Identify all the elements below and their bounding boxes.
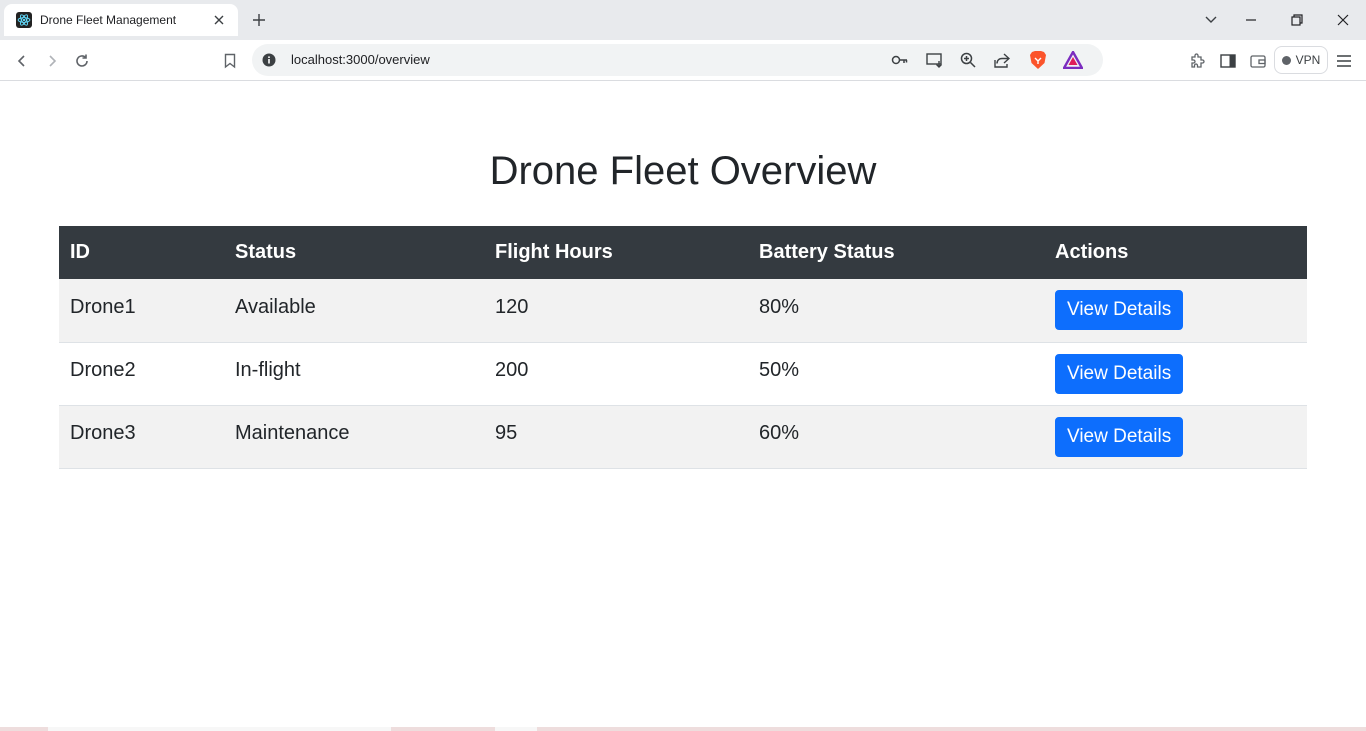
column-header-id: ID	[59, 226, 224, 279]
puzzle-icon[interactable]	[1184, 48, 1210, 74]
battery-status-cell: 50%	[748, 342, 1044, 406]
column-header-actions: Actions	[1044, 226, 1307, 279]
page-title: Drone Fleet Overview	[489, 149, 877, 193]
flight-hours-cell: 95	[484, 405, 748, 469]
vpn-button[interactable]: VPN	[1274, 46, 1328, 74]
drone-id-cell: Drone2	[59, 342, 224, 406]
vpn-status-icon	[1281, 55, 1291, 65]
chevron-down-icon[interactable]	[1197, 6, 1225, 34]
flight-hours-cell: 200	[484, 342, 748, 406]
info-icon[interactable]	[260, 51, 278, 69]
flight-hours-cell: 120	[484, 279, 748, 343]
plus-icon[interactable]	[248, 9, 270, 31]
actions-cell: View Details	[1044, 279, 1307, 343]
table-row: Drone3 Maintenance 95 60% View Details	[59, 405, 1307, 469]
drone-fleet-table: ID Status Flight Hours Battery Status Ac…	[59, 226, 1307, 469]
back-arrow-icon[interactable]	[9, 48, 35, 74]
close-icon[interactable]	[210, 11, 228, 29]
reload-icon[interactable]	[69, 48, 95, 74]
brave-lion-icon[interactable]	[1027, 49, 1049, 71]
hamburger-menu-icon[interactable]	[1331, 48, 1357, 74]
wallet-icon[interactable]	[1245, 48, 1271, 74]
vpn-label: VPN	[1295, 53, 1321, 67]
sidebar-icon[interactable]	[1215, 48, 1241, 74]
address-bar[interactable]: localhost:3000/overview	[252, 44, 1103, 76]
forward-arrow-icon[interactable]	[39, 48, 65, 74]
browser-tab[interactable]: Drone Fleet Management	[4, 4, 238, 36]
bookmark-icon[interactable]	[217, 48, 243, 74]
browser-tab-strip: Drone Fleet Management	[0, 0, 1366, 40]
column-header-flight-hours: Flight Hours	[484, 226, 748, 279]
bottom-edge-segment	[495, 727, 537, 731]
table-header-row: ID Status Flight Hours Battery Status Ac…	[59, 226, 1307, 279]
actions-cell: View Details	[1044, 405, 1307, 469]
battery-status-cell: 60%	[748, 405, 1044, 469]
page-content: Drone Fleet Overview ID Status Flight Ho…	[0, 81, 1366, 727]
install-app-icon[interactable]	[924, 49, 946, 71]
table-row: Drone1 Available 120 80% View Details	[59, 279, 1307, 343]
browser-toolbar: localhost:3000/overview VPN	[0, 40, 1366, 81]
minimize-icon[interactable]	[1237, 6, 1265, 34]
react-atom-icon	[16, 12, 32, 28]
share-icon[interactable]	[991, 49, 1013, 71]
view-details-button[interactable]: View Details	[1055, 353, 1184, 394]
view-details-button[interactable]: View Details	[1055, 290, 1184, 331]
battery-status-cell: 80%	[748, 279, 1044, 343]
drone-status-cell: Maintenance	[224, 405, 484, 469]
table-row: Drone2 In-flight 200 50% View Details	[59, 342, 1307, 406]
column-header-status: Status	[224, 226, 484, 279]
url-text[interactable]: localhost:3000/overview	[291, 52, 430, 67]
actions-cell: View Details	[1044, 342, 1307, 406]
drone-id-cell: Drone1	[59, 279, 224, 343]
view-details-button[interactable]: View Details	[1055, 416, 1184, 457]
drone-status-cell: In-flight	[224, 342, 484, 406]
close-window-icon[interactable]	[1329, 6, 1357, 34]
bottom-edge	[0, 727, 1366, 731]
bottom-edge-segment	[48, 727, 391, 731]
column-header-battery-status: Battery Status	[748, 226, 1044, 279]
drone-id-cell: Drone3	[59, 405, 224, 469]
tab-title: Drone Fleet Management	[40, 13, 177, 27]
key-icon[interactable]	[889, 49, 911, 71]
drone-status-cell: Available	[224, 279, 484, 343]
rewards-triangle-icon[interactable]	[1062, 49, 1084, 71]
zoom-in-icon[interactable]	[957, 49, 979, 71]
restore-icon[interactable]	[1283, 6, 1311, 34]
